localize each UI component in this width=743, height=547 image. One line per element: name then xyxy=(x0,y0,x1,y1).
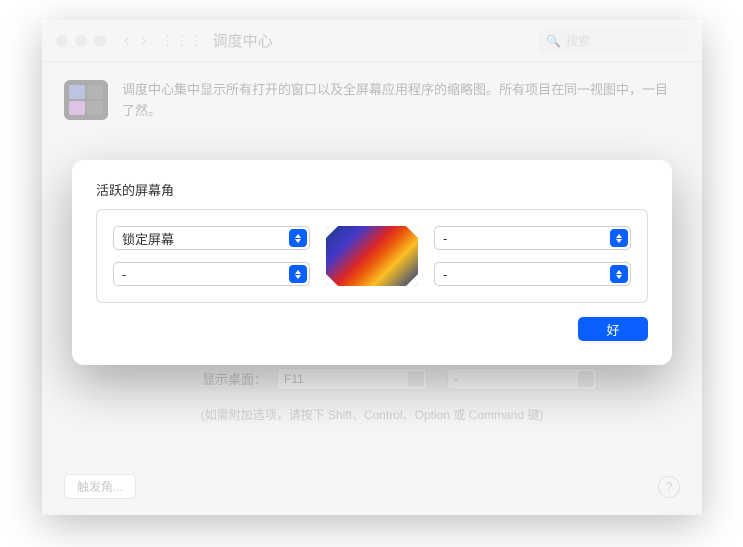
corner-top-right-select[interactable]: - xyxy=(434,226,631,250)
preview-corner-tl xyxy=(326,226,338,238)
preview-corner-tr xyxy=(406,226,418,238)
sheet-footer: 好 xyxy=(96,317,648,341)
chevron-updown-icon xyxy=(289,265,307,283)
preview-corner-br xyxy=(406,274,418,286)
chevron-updown-icon xyxy=(610,229,628,247)
preview-corner-bl xyxy=(326,274,338,286)
hot-corners-sheet: 活跃的屏幕角 锁定屏幕 - - - 好 xyxy=(72,160,672,365)
corner-bottom-right-value: - xyxy=(443,267,447,282)
corners-grid: 锁定屏幕 - - - xyxy=(96,209,648,303)
screen-preview xyxy=(326,226,418,286)
sheet-title: 活跃的屏幕角 xyxy=(96,180,648,199)
corner-bottom-left-select[interactable]: - xyxy=(113,262,310,286)
chevron-updown-icon xyxy=(289,229,307,247)
corner-bottom-right-select[interactable]: - xyxy=(434,262,631,286)
corner-top-left-value: 锁定屏幕 xyxy=(122,229,174,248)
ok-button[interactable]: 好 xyxy=(578,317,648,341)
chevron-updown-icon xyxy=(610,265,628,283)
corner-bottom-left-value: - xyxy=(122,267,126,282)
corner-top-right-value: - xyxy=(443,231,447,246)
corner-top-left-select[interactable]: 锁定屏幕 xyxy=(113,226,310,250)
